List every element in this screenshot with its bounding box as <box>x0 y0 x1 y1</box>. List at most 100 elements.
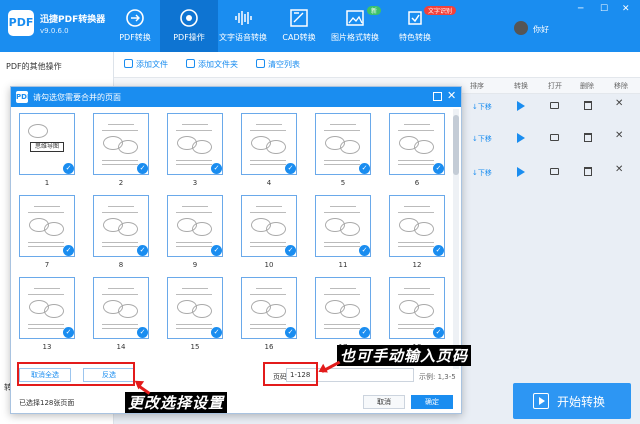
page-number: 3 <box>192 179 198 187</box>
close-icon[interactable]: ✕ <box>615 98 623 109</box>
maximize-icon[interactable] <box>433 92 442 101</box>
page-range-example: 示例: 1,3-5 <box>419 373 456 381</box>
check-icon[interactable]: ✓ <box>285 163 296 174</box>
nav-pdf-operations[interactable]: PDF操作 <box>160 0 218 52</box>
ocr-badge[interactable]: 文字识别 <box>424 6 457 15</box>
dialog-title-bar: PDF 请勾选您需要合并的页面 ✕ <box>11 87 461 107</box>
avatar[interactable] <box>514 21 528 35</box>
page-preview[interactable]: ✓ <box>315 195 371 257</box>
clear-list-label: 清空列表 <box>268 60 300 69</box>
folder-icon[interactable] <box>550 102 559 109</box>
move-down-button[interactable]: ↓下移 <box>472 168 492 178</box>
check-icon[interactable]: ✓ <box>63 163 74 174</box>
page-preview[interactable]: ✓ <box>19 277 75 339</box>
close-icon[interactable]: ✕ <box>615 130 623 141</box>
clear-icon <box>256 59 265 68</box>
page-number: 12 <box>412 261 422 269</box>
audio-wave-icon <box>235 11 252 25</box>
folder-icon <box>186 59 195 68</box>
check-icon[interactable]: ✓ <box>211 245 222 256</box>
left-panel-title: PDF的其他操作 <box>6 62 62 71</box>
move-down-button[interactable]: ↓下移 <box>472 134 492 144</box>
check-icon[interactable]: ✓ <box>63 245 74 256</box>
check-icon[interactable]: ✓ <box>359 245 370 256</box>
page-preview[interactable]: ✓ <box>93 195 149 257</box>
add-folder-button[interactable]: 添加文件夹 <box>186 59 238 70</box>
check-icon[interactable]: ✓ <box>137 245 148 256</box>
page-preview[interactable]: ✓ <box>315 277 371 339</box>
nav-cad-convert[interactable]: CAD转换 <box>270 0 328 52</box>
page-preview[interactable]: ✓ <box>389 277 445 339</box>
start-convert-button[interactable]: 开始转换 <box>513 383 631 419</box>
page-preview[interactable]: ✓ <box>19 195 75 257</box>
page-number: 5 <box>340 179 346 187</box>
scrollbar[interactable] <box>453 109 459 369</box>
page-number: 11 <box>338 261 348 269</box>
play-icon[interactable] <box>517 101 525 111</box>
page-preview[interactable]: ✓ <box>167 277 223 339</box>
check-icon[interactable]: ✓ <box>359 163 370 174</box>
change-selection-annotation: 更改选择设置 <box>125 392 228 413</box>
check-icon[interactable]: ✓ <box>285 245 296 256</box>
close-icon[interactable]: ✕ <box>615 164 623 175</box>
page-preview[interactable]: ✓ <box>241 113 297 175</box>
trash-icon[interactable] <box>584 167 592 176</box>
page-preview[interactable]: ✓ <box>167 195 223 257</box>
clear-list-button[interactable]: 清空列表 <box>256 59 300 70</box>
add-file-label: 添加文件 <box>136 60 168 69</box>
page-number: 7 <box>44 261 50 269</box>
folder-icon[interactable] <box>550 168 559 175</box>
check-icon[interactable]: ✓ <box>359 327 370 338</box>
cancel-button[interactable]: 取消 <box>363 395 405 409</box>
nav-pdf-convert[interactable]: PDF转换 <box>106 0 164 52</box>
page-preview[interactable]: ✓ <box>241 277 297 339</box>
nav-label: 特色转换 <box>399 33 431 42</box>
table-row: ↓下移 ✕ <box>460 156 640 192</box>
add-folder-label: 添加文件夹 <box>198 60 238 69</box>
check-icon[interactable]: ✓ <box>211 327 222 338</box>
selected-count: 已选择128张页面 <box>19 399 75 407</box>
pdf-ops-icon <box>180 9 198 27</box>
page-preview[interactable]: ✓ <box>93 277 149 339</box>
ok-button[interactable]: 确定 <box>411 395 453 409</box>
page-preview[interactable]: ✓ <box>389 195 445 257</box>
page-preview[interactable]: ✓ <box>93 113 149 175</box>
page-preview[interactable]: 思维导图 ✓ <box>19 113 75 175</box>
maximize-button[interactable]: ☐ <box>600 4 608 14</box>
app-logo: PDF <box>8 10 34 36</box>
check-icon[interactable]: ✓ <box>285 327 296 338</box>
toolbar: 添加文件 添加文件夹 清空列表 <box>114 52 640 78</box>
trash-icon[interactable] <box>584 101 592 110</box>
page-number: 16 <box>264 343 274 351</box>
check-icon[interactable]: ✓ <box>211 163 222 174</box>
move-down-button[interactable]: ↓下移 <box>472 102 492 112</box>
page-number: 13 <box>42 343 52 351</box>
page-number: 2 <box>118 179 124 187</box>
trash-icon[interactable] <box>584 133 592 142</box>
check-icon[interactable]: ✓ <box>433 245 444 256</box>
add-file-button[interactable]: 添加文件 <box>124 59 168 70</box>
dialog-title: 请勾选您需要合并的页面 <box>33 93 121 102</box>
page-preview[interactable]: ✓ <box>241 195 297 257</box>
add-file-icon <box>124 59 133 68</box>
page-preview[interactable]: ✓ <box>167 113 223 175</box>
play-icon[interactable] <box>517 167 525 177</box>
play-icon[interactable] <box>517 133 525 143</box>
selection-buttons-highlight <box>17 362 135 386</box>
scrollbar-thumb[interactable] <box>453 115 459 175</box>
user-name[interactable]: 你好 <box>533 24 549 35</box>
page-preview[interactable]: ✓ <box>315 113 371 175</box>
close-button[interactable]: ✕ <box>622 4 630 14</box>
new-badge: 新 <box>367 6 382 15</box>
minimize-button[interactable]: ─ <box>578 4 583 14</box>
table-row: ↓下移 ✕ <box>460 90 640 126</box>
close-icon[interactable]: ✕ <box>447 89 456 102</box>
check-icon[interactable]: ✓ <box>137 163 148 174</box>
check-icon[interactable]: ✓ <box>137 327 148 338</box>
check-icon[interactable]: ✓ <box>433 163 444 174</box>
page-preview[interactable]: ✓ <box>389 113 445 175</box>
check-icon[interactable]: ✓ <box>433 327 444 338</box>
folder-icon[interactable] <box>550 134 559 141</box>
nav-text-speech[interactable]: 文字语音转换 <box>212 0 274 52</box>
check-icon[interactable]: ✓ <box>63 327 74 338</box>
